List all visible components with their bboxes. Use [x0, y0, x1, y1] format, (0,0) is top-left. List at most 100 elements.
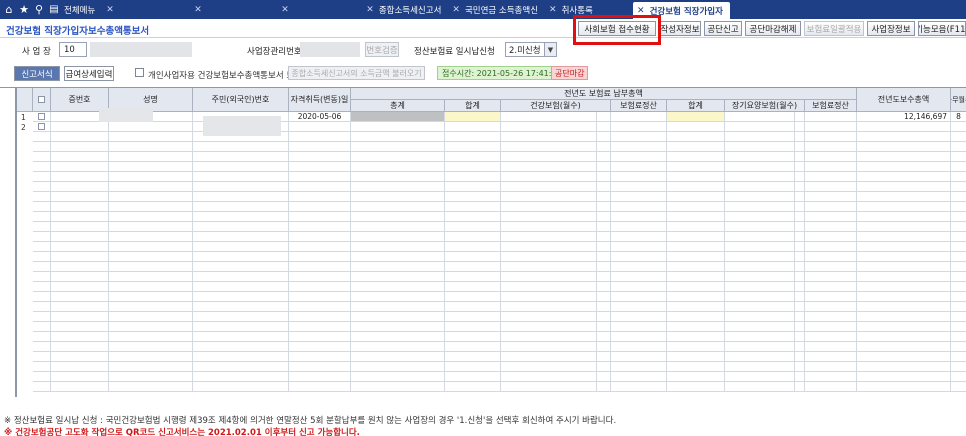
grid-cell[interactable]	[951, 262, 966, 272]
grid-cell[interactable]	[857, 342, 951, 352]
grid-cell[interactable]	[667, 162, 725, 172]
table-row[interactable]	[17, 372, 966, 382]
grid-cell[interactable]	[51, 242, 109, 252]
grid-cell[interactable]	[951, 292, 966, 302]
grid-cell[interactable]	[501, 132, 597, 142]
grid-cell[interactable]	[667, 222, 725, 232]
grid-cell[interactable]	[805, 182, 857, 192]
grid-cell[interactable]	[667, 362, 725, 372]
grid-cell[interactable]	[289, 252, 351, 262]
grid-cell[interactable]	[109, 282, 193, 292]
grid-cell[interactable]	[725, 252, 795, 262]
grid-cell[interactable]	[805, 292, 857, 302]
grid-cell[interactable]	[445, 152, 501, 162]
grid-cell[interactable]	[193, 342, 289, 352]
grid-cell[interactable]	[597, 222, 611, 232]
menu-icon[interactable]: ▤	[48, 4, 60, 15]
grid-cell[interactable]	[667, 322, 725, 332]
grid-cell[interactable]	[805, 382, 857, 392]
grid-cell[interactable]	[445, 332, 501, 342]
grid-cell[interactable]	[611, 252, 667, 262]
grid-cell[interactable]	[725, 232, 795, 242]
grid-cell[interactable]	[51, 152, 109, 162]
grid-cell[interactable]	[725, 112, 795, 122]
grid-cell[interactable]	[951, 362, 966, 372]
grid-cell[interactable]	[289, 352, 351, 362]
grid-cell[interactable]	[611, 322, 667, 332]
grid-cell[interactable]	[725, 322, 795, 332]
grid-cell[interactable]	[951, 142, 966, 152]
grid-cell[interactable]	[857, 282, 951, 292]
grid-cell[interactable]	[193, 382, 289, 392]
grid-cell[interactable]	[51, 382, 109, 392]
grid-cell[interactable]	[951, 162, 966, 172]
grid-cell[interactable]	[289, 372, 351, 382]
grid-cell[interactable]	[33, 352, 51, 362]
grid-cell[interactable]	[667, 312, 725, 322]
grid-cell[interactable]	[109, 382, 193, 392]
grid-cell[interactable]	[51, 192, 109, 202]
grid-cell[interactable]	[805, 262, 857, 272]
grid-cell[interactable]	[289, 232, 351, 242]
grid-cell[interactable]	[611, 302, 667, 312]
grid-cell[interactable]	[351, 142, 445, 152]
grid-cell[interactable]	[289, 182, 351, 192]
grid-cell[interactable]	[445, 292, 501, 302]
grid-cell[interactable]	[597, 132, 611, 142]
grid-cell[interactable]	[725, 352, 795, 362]
grid-cell[interactable]	[667, 272, 725, 282]
grid-cell[interactable]	[857, 182, 951, 192]
grid-cell[interactable]	[289, 362, 351, 372]
grid-cell[interactable]	[289, 242, 351, 252]
grid-cell[interactable]	[597, 262, 611, 272]
close-icon[interactable]: ✕	[549, 5, 557, 15]
grid-cell[interactable]	[51, 292, 109, 302]
grid-cell[interactable]	[33, 112, 51, 122]
grid-cell[interactable]	[795, 142, 805, 152]
grid-cell[interactable]	[109, 172, 193, 182]
workplace-code-input[interactable]: 10	[59, 42, 87, 57]
grid-cell[interactable]	[51, 332, 109, 342]
close-icon[interactable]: ✕	[452, 5, 460, 15]
grid-cell[interactable]	[351, 352, 445, 362]
grid-cell[interactable]	[289, 262, 351, 272]
grid-cell[interactable]	[193, 352, 289, 362]
grid-cell[interactable]	[857, 322, 951, 332]
grid-cell[interactable]	[951, 132, 966, 142]
grid-cell[interactable]	[501, 352, 597, 362]
grid-cell[interactable]	[193, 302, 289, 312]
tab-salary-detail[interactable]: 급여상세입력	[64, 66, 114, 81]
grid-cell[interactable]	[725, 202, 795, 212]
grid-cell[interactable]	[351, 132, 445, 142]
grid-cell[interactable]	[857, 212, 951, 222]
grid-cell[interactable]	[351, 362, 445, 372]
grid-cell[interactable]	[351, 222, 445, 232]
installment-select[interactable]: 2.미신청 ▼	[505, 42, 557, 57]
grid-cell[interactable]	[795, 182, 805, 192]
grid-cell[interactable]	[667, 122, 725, 132]
grid-cell[interactable]	[597, 112, 611, 122]
grid-cell[interactable]	[33, 132, 51, 142]
grid-cell[interactable]	[597, 382, 611, 392]
grid-cell[interactable]	[33, 362, 51, 372]
grid-cell[interactable]	[951, 182, 966, 192]
grid-cell[interactable]	[51, 212, 109, 222]
grid-cell[interactable]	[951, 172, 966, 182]
grid-cell[interactable]	[667, 232, 725, 242]
grid-cell[interactable]	[289, 142, 351, 152]
grid-cell[interactable]	[33, 332, 51, 342]
grid-cell[interactable]	[109, 342, 193, 352]
grid-cell[interactable]	[51, 352, 109, 362]
select-all-checkbox[interactable]	[38, 96, 45, 103]
grid-cell[interactable]	[445, 212, 501, 222]
grid-cell[interactable]	[109, 372, 193, 382]
grid-cell[interactable]	[109, 302, 193, 312]
grid-cell[interactable]	[795, 282, 805, 292]
grid-cell[interactable]	[33, 142, 51, 152]
grid-cell[interactable]	[289, 222, 351, 232]
grid-cell[interactable]	[501, 162, 597, 172]
table-row[interactable]	[17, 232, 966, 242]
grid-cell[interactable]	[445, 252, 501, 262]
tab-income-tax-report[interactable]: ✕ 종합소득세신고서	[362, 0, 448, 19]
table-row[interactable]	[17, 202, 966, 212]
